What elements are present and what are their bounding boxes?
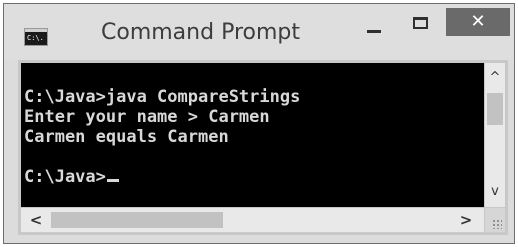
scroll-right-icon[interactable]: > (455, 208, 477, 232)
horizontal-scrollbar[interactable]: < > (21, 208, 484, 232)
console-frame: C:\Java>java CompareStrings Enter your n… (18, 60, 508, 235)
console-output[interactable]: C:\Java>java CompareStrings Enter your n… (21, 63, 484, 207)
window-title: Command Prompt (101, 20, 300, 45)
close-button[interactable]: ✕ (446, 8, 510, 36)
horizontal-scroll-thumb[interactable] (51, 212, 223, 228)
cmd-icon-strip (25, 29, 47, 32)
cmd-icon[interactable]: C:\. (24, 28, 48, 46)
command-prompt-window: C:\. Command Prompt ✕ C:\Java>java Compa… (3, 3, 515, 244)
minimize-icon (367, 30, 381, 33)
vertical-scroll-thumb[interactable] (487, 93, 503, 125)
console-line: Carmen equals Carmen (24, 127, 229, 147)
console-line: C:\Java>java CompareStrings (24, 87, 301, 107)
scroll-down-icon[interactable]: v (485, 181, 505, 203)
console-line: Enter your name > Carmen (24, 107, 270, 127)
maximize-button[interactable] (406, 8, 436, 38)
cmd-icon-text: C:\. (27, 34, 44, 42)
scrollbar-corner (485, 208, 505, 232)
minimize-button[interactable] (359, 8, 389, 38)
resize-grip-icon[interactable] (492, 219, 502, 229)
console-lines: C:\Java>java CompareStrings Enter your n… (24, 87, 300, 187)
maximize-icon (413, 17, 428, 29)
scroll-up-icon[interactable]: ^ (485, 67, 505, 89)
scroll-left-icon[interactable]: < (25, 208, 47, 232)
text-cursor (106, 179, 119, 182)
console-prompt-line: C:\Java> (24, 167, 300, 187)
vertical-scrollbar[interactable]: ^ v (485, 63, 505, 207)
close-icon: ✕ (470, 11, 486, 32)
title-bar[interactable]: C:\. Command Prompt ✕ (4, 4, 514, 60)
console-prompt: C:\Java> (24, 167, 106, 187)
